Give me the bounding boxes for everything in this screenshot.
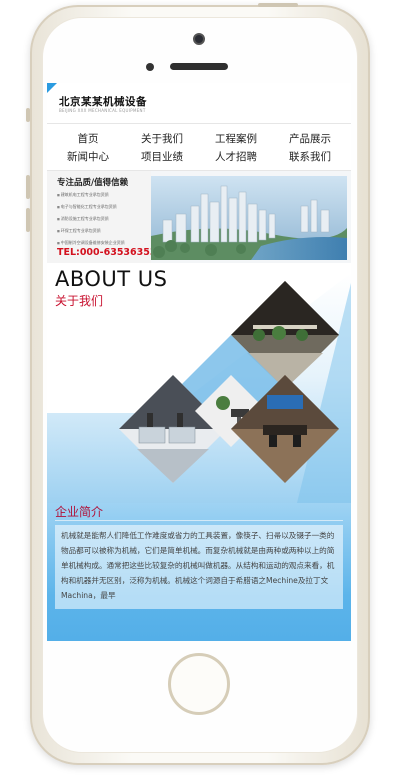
intro-title[interactable]: 企业简介 xyxy=(55,503,103,520)
front-camera-icon xyxy=(193,33,205,45)
brand-subtitle: BEIJING XXX MECHANICAL EQUIPMENT xyxy=(59,108,146,113)
nav-item-products[interactable]: 产品展示 xyxy=(273,132,347,146)
banner-headline: 专注品质/值得信赖 xyxy=(57,178,129,188)
corner-accent xyxy=(47,83,57,93)
banner-feature: 电子与智能化工程专业承包资质 xyxy=(57,201,125,213)
nav-item-cases[interactable]: 工程案例 xyxy=(199,132,273,146)
volume-up-button xyxy=(26,175,30,199)
power-button xyxy=(258,3,298,7)
banner-feature-list: 建筑机电工程专业承包资质 电子与智能化工程专业承包资质 消防设施工程专业承包资质… xyxy=(57,189,125,249)
intro-divider xyxy=(55,520,343,521)
banner-text-panel: 专注品质/值得信赖 建筑机电工程专业承包资质 电子与智能化工程专业承包资质 消防… xyxy=(47,171,156,263)
nav-item-news[interactable]: 新闻中心 xyxy=(51,150,125,164)
intro-text-box: 机械就是能帮人们降低工作难度或省力的工具装置，像筷子、扫帚以及镊子一类的物品都可… xyxy=(55,525,343,609)
banner-feature: 建筑机电工程专业承包资质 xyxy=(57,189,125,201)
nav-item-contact[interactable]: 联系我们 xyxy=(273,150,347,164)
banner-phone-number: TEL:000-63536353 xyxy=(57,247,157,258)
earpiece-speaker xyxy=(170,63,228,70)
company-intro-section: 企业简介 机械就是能帮人们降低工作难度或省力的工具装置，像筷子、扫帚以及镊子一类… xyxy=(47,503,351,641)
brand-title[interactable]: 北京某某机械设备 xyxy=(59,94,147,109)
banner-feature: 环保工程专业承包资质 xyxy=(57,225,125,237)
nav-item-home[interactable]: 首页 xyxy=(51,132,125,146)
nav-item-about[interactable]: 关于我们 xyxy=(125,132,199,146)
main-nav: 首页 关于我们 工程案例 产品展示 新闻中心 项目业绩 人才招聘 联系我们 xyxy=(47,124,351,171)
city-skyline-image xyxy=(151,176,347,260)
volume-down-button xyxy=(26,208,30,232)
phone-screen: 北京某某机械设备 BEIJING XXX MECHANICAL EQUIPMEN… xyxy=(47,83,351,641)
site-header: 北京某某机械设备 BEIJING XXX MECHANICAL EQUIPMEN… xyxy=(47,83,351,124)
mute-switch xyxy=(26,108,30,122)
banner-feature: 消防设施工程专业承包资质 xyxy=(57,213,125,225)
about-section: ABOUT US 关于我们 xyxy=(47,263,351,503)
hero-banner[interactable]: 专注品质/值得信赖 建筑机电工程专业承包资质 电子与智能化工程专业承包资质 消防… xyxy=(47,171,351,263)
nav-item-jobs[interactable]: 人才招聘 xyxy=(199,150,273,164)
proximity-sensor-icon xyxy=(146,63,154,71)
home-button[interactable] xyxy=(168,653,230,715)
intro-paragraph: 机械就是能帮人们降低工作难度或省力的工具装置，像筷子、扫帚以及镊子一类的物品都可… xyxy=(61,531,335,600)
nav-item-projects[interactable]: 项目业绩 xyxy=(125,150,199,164)
photo-diamond-collage xyxy=(119,281,339,483)
